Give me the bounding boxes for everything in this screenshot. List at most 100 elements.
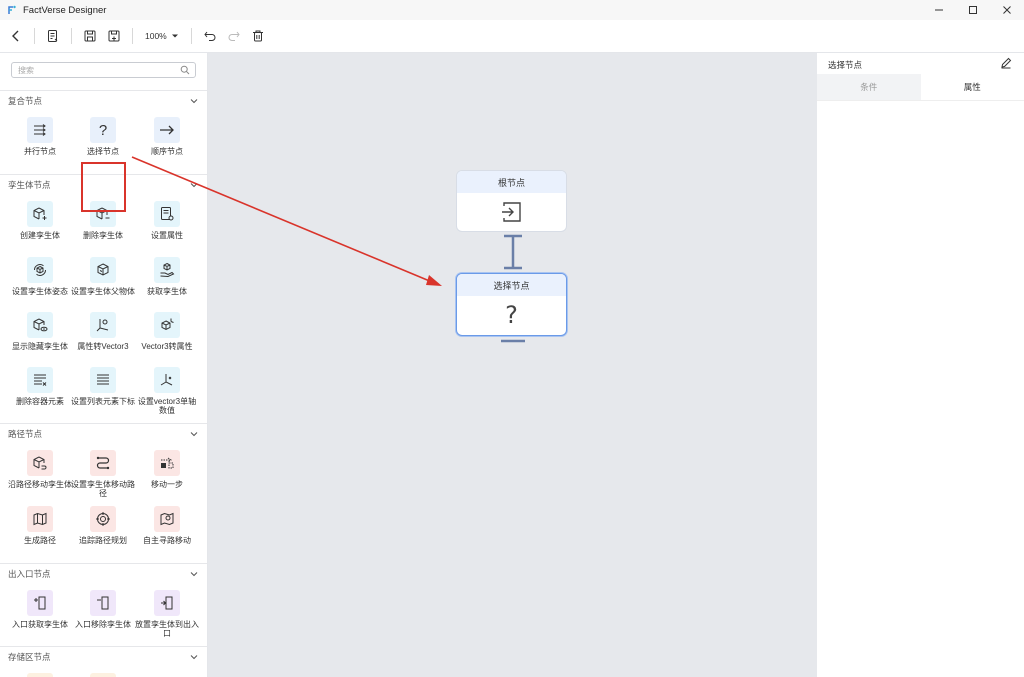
node-set-twin-parent[interactable]: 设置孪生体父物体 xyxy=(71,257,135,296)
save-as-button[interactable] xyxy=(102,24,126,48)
doc-gear-icon xyxy=(161,207,174,221)
back-button[interactable] xyxy=(4,24,28,48)
node-parallel[interactable]: 并行节点 xyxy=(8,117,72,156)
app-logo-icon xyxy=(8,5,16,14)
chevron-down-icon[interactable] xyxy=(190,653,198,661)
toolbar-divider xyxy=(71,28,72,44)
edit-icon[interactable] xyxy=(1000,57,1012,69)
node-label: 入口获取孪生体 xyxy=(12,620,68,629)
properties-button[interactable] xyxy=(41,24,65,48)
node-label: 并行节点 xyxy=(24,147,56,156)
caret-down-icon xyxy=(171,34,178,38)
section-title: 路径节点 xyxy=(8,429,43,439)
node-label: 设置孪生体父物体 xyxy=(71,287,135,296)
storage-node-partial[interactable] xyxy=(71,673,135,677)
root-node[interactable]: 根节点 xyxy=(456,170,567,232)
node-label: 设置列表元素下标 xyxy=(71,397,135,406)
section-entrance-nodes: 出入口节点 入口获取孪生体 入口移除孪生体 放置孪生体到出入口 xyxy=(0,563,207,648)
close-button[interactable] xyxy=(990,0,1024,20)
section-header[interactable]: 出入口节点 xyxy=(0,564,207,584)
node-set-property[interactable]: 设置属性 xyxy=(135,201,199,240)
minimize-button[interactable] xyxy=(922,0,956,20)
tab-conditions[interactable]: 条件 xyxy=(817,74,921,100)
tab-properties[interactable]: 属性 xyxy=(920,74,1024,100)
section-header[interactable]: 存储区节点 xyxy=(0,647,207,667)
node-label: 入口移除孪生体 xyxy=(75,620,131,629)
node-vector3-to-property[interactable]: Vector3转属性 xyxy=(135,312,199,351)
chevron-down-icon[interactable] xyxy=(190,430,198,438)
chevron-down-icon[interactable] xyxy=(190,181,198,189)
node-track-path-planning[interactable]: 追踪路径规划 xyxy=(71,506,135,545)
toolbar: 100% xyxy=(0,20,1024,53)
cube-eye-icon xyxy=(33,318,48,332)
redo-button[interactable] xyxy=(222,24,246,48)
map-pin-icon xyxy=(160,512,174,526)
node-set-list-element-index[interactable]: 设置列表元素下标 xyxy=(71,367,135,406)
node-label: 自主寻路移动 xyxy=(143,536,191,545)
list-set-icon xyxy=(97,374,109,385)
title-bar: FactVerse Designer xyxy=(0,0,1024,20)
undo-icon xyxy=(204,31,216,41)
search-icon[interactable] xyxy=(180,65,190,75)
zoom-value: 100% xyxy=(145,31,167,41)
door-place-icon xyxy=(161,596,173,610)
cube-plus-icon xyxy=(33,207,47,220)
axis-gear-icon xyxy=(96,319,109,332)
section-storage-nodes: 存储区节点 xyxy=(0,646,207,677)
node-selector[interactable]: ? 选择节点 xyxy=(71,117,135,156)
node-label: 追踪路径规划 xyxy=(79,536,127,545)
trash-icon xyxy=(252,30,263,42)
node-set-vector3-single-axis[interactable]: 设置vector3单轴数值 xyxy=(135,367,199,415)
undo-button[interactable] xyxy=(198,24,222,48)
node-property-to-vector3[interactable]: 属性转Vector3 xyxy=(71,312,135,351)
list-remove-icon xyxy=(34,374,47,386)
node-sequence[interactable]: 顺序节点 xyxy=(135,117,199,156)
properties-panel: 选择节点 条件 属性 xyxy=(817,53,1024,677)
node-create-twin[interactable]: 创建孪生体 xyxy=(8,201,72,240)
node-generate-path[interactable]: 生成路径 xyxy=(8,506,72,545)
node-move-one-step[interactable]: 移动一步 xyxy=(135,450,199,489)
node-set-twin-pose[interactable]: 设置孪生体姿态 xyxy=(8,257,72,296)
node-label: 移动一步 xyxy=(151,480,183,489)
node-set-twin-move-path[interactable]: 设置孪生体移动路径 xyxy=(71,450,135,498)
parallel-icon xyxy=(34,124,46,136)
redo-icon xyxy=(228,31,240,41)
node-entrance-get-twin[interactable]: 入口获取孪生体 xyxy=(8,590,72,629)
section-header[interactable]: 路径节点 xyxy=(0,424,207,444)
node-place-twin-at-entrance[interactable]: 放置孪生体到出入口 xyxy=(135,590,199,638)
storage-node-partial[interactable] xyxy=(8,673,72,677)
cube-path-icon xyxy=(33,456,47,470)
node-show-hide-twin[interactable]: 显示隐藏孪生体 xyxy=(8,312,72,351)
node-delete-container-element[interactable]: 删除容器元素 xyxy=(8,367,72,406)
door-out-icon xyxy=(97,596,109,610)
behavior-tree-canvas[interactable]: 根节点 选择节点 ? xyxy=(208,53,817,677)
selector-node[interactable]: 选择节点 ? xyxy=(456,273,567,336)
panel-tabs: 条件 属性 xyxy=(817,74,1024,101)
target-icon xyxy=(96,512,110,526)
delete-button[interactable] xyxy=(246,24,270,48)
node-label: 删除孪生体 xyxy=(83,231,123,240)
node-entrance-remove-twin[interactable]: 入口移除孪生体 xyxy=(71,590,135,629)
section-title: 复合节点 xyxy=(8,96,43,106)
node-autonomous-pathfinding[interactable]: 自主寻路移动 xyxy=(135,506,199,545)
cube-parent-icon xyxy=(97,263,109,276)
chevron-down-icon[interactable] xyxy=(190,570,198,578)
toolbar-divider xyxy=(132,28,133,44)
chevron-down-icon[interactable] xyxy=(190,97,198,105)
toolbar-divider xyxy=(190,28,192,44)
save-button[interactable] xyxy=(78,24,102,48)
node-move-twin-along-path[interactable]: 沿路径移动孪生体 xyxy=(8,450,72,489)
arrow-right-icon xyxy=(160,125,174,135)
section-header[interactable]: 复合节点 xyxy=(0,91,207,111)
node-get-twin[interactable]: 获取孪生体 xyxy=(135,257,199,296)
search-box[interactable] xyxy=(11,62,196,78)
section-title: 孪生体节点 xyxy=(8,180,51,190)
zoom-dropdown[interactable]: 100% xyxy=(139,24,185,48)
toolbar-divider xyxy=(34,28,35,44)
node-label: 显示隐藏孪生体 xyxy=(12,342,68,351)
maximize-button[interactable] xyxy=(956,0,990,20)
search-input[interactable] xyxy=(18,65,168,75)
minimize-icon xyxy=(935,9,943,11)
node-label: 生成路径 xyxy=(24,536,56,545)
node-title: 根节点 xyxy=(457,171,566,193)
